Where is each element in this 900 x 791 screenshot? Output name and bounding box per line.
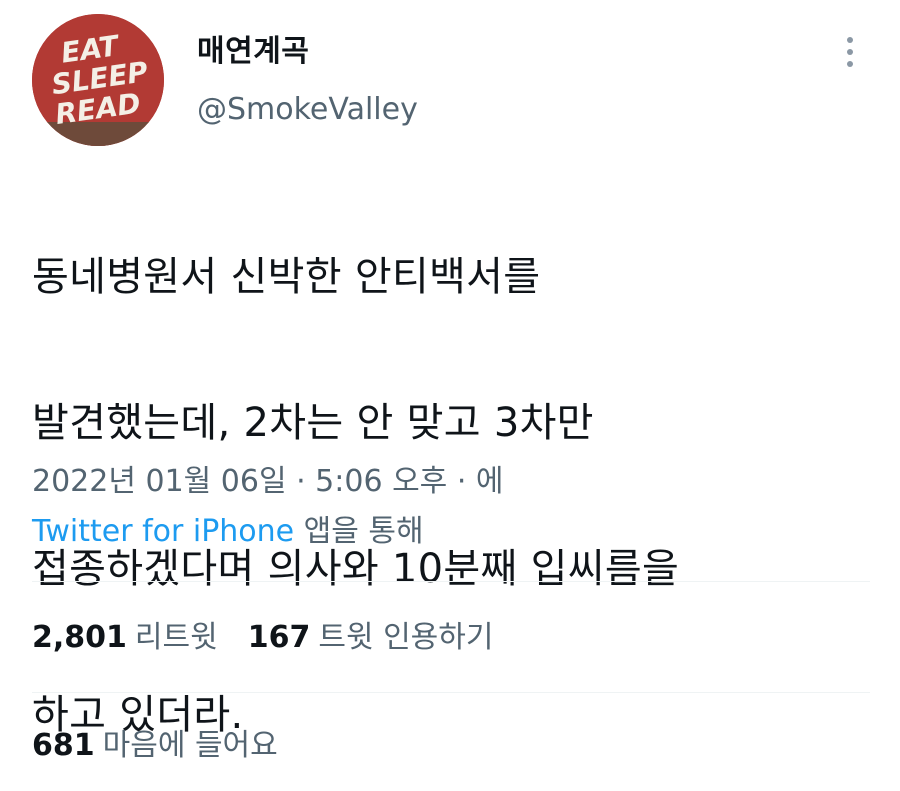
quotes-label: 트윗 인용하기 (318, 620, 494, 655)
retweets-stat[interactable]: 2,801 리트윗 (32, 616, 218, 660)
display-name[interactable]: 매연계곡 (197, 30, 309, 74)
more-vertical-icon (847, 37, 853, 43)
user-handle[interactable]: @SmokeValley (197, 88, 418, 132)
retweets-count: 2,801 (32, 620, 127, 655)
more-vertical-icon-dot (847, 61, 853, 67)
tweet-text-line: 발견했는데, 2차는 안 맞고 3차만 (32, 400, 594, 446)
retweets-label: 리트윗 (134, 620, 218, 655)
avatar[interactable]: EAT SLEEP READ (32, 14, 164, 146)
divider (32, 692, 870, 693)
quotes-count: 167 (247, 620, 311, 655)
engagement-stats: 2,801 리트윗 167 트윗 인용하기 (32, 616, 493, 660)
more-vertical-icon-dot (847, 49, 853, 55)
tweet-timestamp[interactable]: 2022년 01월 06일 · 5:06 오후 · 에 (32, 462, 504, 502)
tweet-detail: EAT SLEEP READ 매연계곡 @SmokeValley 동네병원서 신… (0, 0, 900, 791)
likes-label: 마음에 들어요 (102, 728, 278, 763)
likes-stat[interactable]: 681 마음에 들어요 (32, 724, 278, 768)
tweet-text-line: 동네병원서 신박한 안티백서를 (32, 254, 541, 300)
quotes-stat[interactable]: 167 트윗 인용하기 (248, 616, 494, 660)
divider (32, 581, 870, 582)
likes-count: 681 (32, 728, 95, 763)
source-link[interactable]: Twitter for iPhone (32, 514, 294, 549)
source-suffix: 앱을 통해 (294, 514, 424, 549)
more-options-button[interactable] (832, 30, 868, 74)
tweet-source: Twitter for iPhone 앱을 통해 (32, 512, 424, 552)
avatar-image: EAT SLEEP READ (32, 14, 164, 146)
